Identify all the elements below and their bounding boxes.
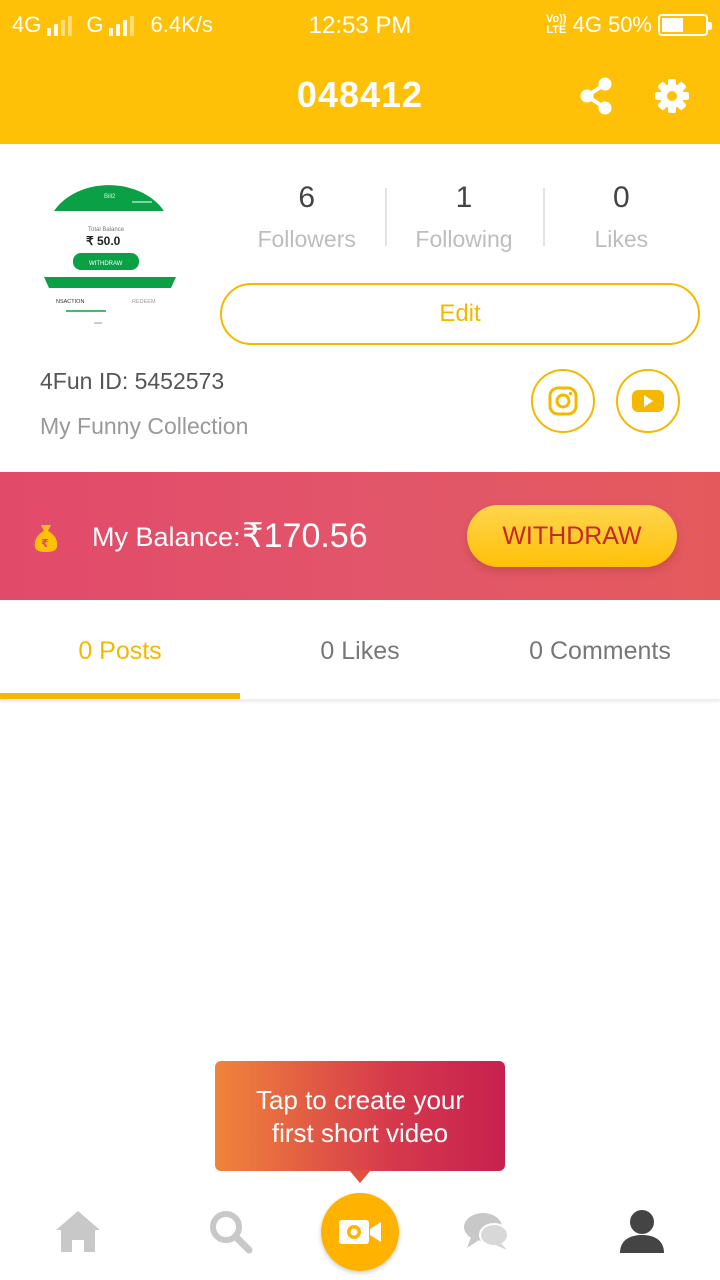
instagram-icon[interactable] [531, 369, 595, 433]
share-icon[interactable] [576, 76, 616, 116]
tooltip-line-2: first short video [271, 1118, 449, 1148]
stat-label: Followers [257, 226, 356, 252]
status-right: Vo)) LTE 4G 50% [546, 12, 712, 38]
svg-text:REDEEM: REDEEM [132, 299, 156, 305]
avatar[interactable]: Bill2 Total Balance ₹ 50.0 WITHDRAW NSAC… [40, 178, 180, 328]
chat-icon[interactable] [460, 1205, 512, 1257]
stat-followers[interactable]: 6 Followers [228, 178, 385, 268]
svg-text:Total Balance: Total Balance [88, 227, 125, 233]
edit-profile-button[interactable]: Edit [220, 283, 700, 345]
tooltip-line-1: Tap to create your [255, 1085, 465, 1115]
stat-label: Following [415, 226, 513, 252]
money-bag-icon: ₹ [30, 522, 62, 554]
balance-amount: ₹170.56 [242, 517, 368, 555]
battery-icon [658, 14, 712, 36]
svg-text:WITHDRAW: WITHDRAW [89, 261, 123, 267]
network-type-3: 4G [572, 12, 602, 37]
content-tabs: 0 Posts 0 Likes 0 Comments [0, 600, 720, 700]
user-icon[interactable] [616, 1205, 668, 1257]
user-bio: My Funny Collection [40, 413, 249, 439]
svg-text:Bill2: Bill2 [104, 194, 116, 200]
tab-comments[interactable]: 0 Comments [480, 600, 720, 699]
search-icon[interactable] [204, 1205, 256, 1257]
stat-likes[interactable]: 0 Likes [542, 178, 700, 268]
svg-text:₹: ₹ [41, 537, 49, 550]
stat-label: Likes [594, 226, 649, 252]
stat-value: 6 [298, 181, 315, 214]
user-id: 4Fun ID: 5452573 [40, 368, 225, 394]
create-video-tooltip[interactable]: Tap to create your first short video [215, 1061, 505, 1171]
profile-stats: 6 Followers 1 Following 0 Likes [228, 178, 700, 268]
svg-text:₹ 50.0: ₹ 50.0 [86, 234, 121, 248]
top-bar: 4G G 6.4K/s 12:53 PM Vo)) LTE 4G 50% 0484… [0, 0, 720, 144]
status-bar: 4G G 6.4K/s 12:53 PM Vo)) LTE 4G 50% [0, 0, 720, 50]
svg-text:NSACTION: NSACTION [56, 299, 84, 305]
youtube-icon[interactable] [616, 369, 680, 433]
volte-indicator: Vo)) LTE [546, 13, 567, 36]
stat-following[interactable]: 1 Following [385, 178, 542, 268]
stat-value: 1 [455, 181, 473, 214]
tab-likes[interactable]: 0 Likes [240, 600, 480, 699]
battery-percent: 50% [607, 12, 652, 37]
tooltip-arrow [349, 1170, 371, 1183]
home-icon[interactable] [52, 1205, 104, 1257]
tab-posts[interactable]: 0 Posts [0, 600, 240, 699]
balance-label: My Balance: [92, 522, 241, 552]
gear-icon[interactable] [652, 76, 692, 116]
withdraw-button[interactable]: WITHDRAW [467, 505, 677, 567]
video-camera-icon[interactable] [321, 1193, 399, 1271]
stat-value: 0 [612, 181, 630, 214]
